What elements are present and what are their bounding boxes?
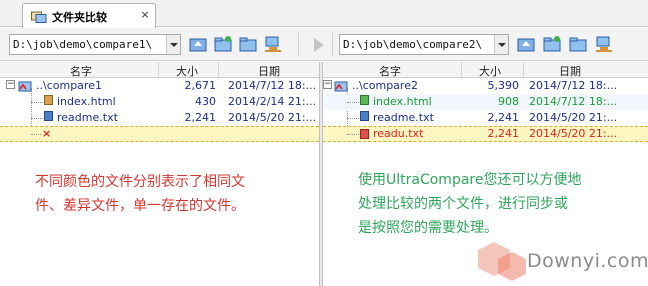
- folder-compare-icon: [31, 9, 47, 23]
- column-size-header[interactable]: 大小: [479, 63, 501, 79]
- row-size: 908: [498, 95, 519, 108]
- row-size: 430: [195, 95, 216, 108]
- row-size: 2,241: [487, 111, 520, 124]
- watermark-text: Downyi.com: [527, 250, 648, 272]
- column-date-header[interactable]: 日期: [258, 63, 280, 79]
- left-path-combo[interactable]: D:\job\demo\compare1\: [9, 34, 181, 55]
- tab-folder-compare[interactable]: 文件夹比较 ×: [22, 3, 156, 28]
- folder-icon[interactable]: [568, 34, 588, 54]
- column-date-header[interactable]: 日期: [559, 63, 581, 79]
- column-separator[interactable]: [158, 62, 159, 77]
- left-path-text: D:\job\demo\compare1\: [13, 38, 153, 51]
- tree-line: [31, 102, 43, 103]
- table-row[interactable]: − ..\compare1 2,671 2014/7/12 18:...: [0, 78, 319, 94]
- tree-line: [31, 134, 41, 135]
- collapse-icon[interactable]: −: [323, 80, 332, 89]
- tab-strip: 文件夹比较 ×: [0, 0, 648, 28]
- tree-line: [347, 118, 359, 119]
- right-column-header: 名字 大小 日期: [323, 62, 648, 78]
- path-toolbar: D:\job\demo\compare1\ D:\job\demo\compar…: [0, 28, 648, 61]
- toolbar-separator: [298, 33, 299, 56]
- table-row[interactable]: − ..\compare2 5,390 2014/7/12 18:...: [323, 78, 648, 94]
- column-name-header[interactable]: 名字: [70, 63, 92, 79]
- table-row[interactable]: readme.txt 2,241 2014/5/20 21:...: [0, 110, 319, 126]
- html-file-icon: [44, 95, 53, 105]
- up-folder-icon[interactable]: [188, 34, 208, 54]
- chevron-down-icon[interactable]: [494, 35, 508, 54]
- row-name: ..\compare1: [36, 79, 102, 92]
- network-folder-icon[interactable]: [263, 34, 283, 54]
- html-file-icon: [360, 95, 369, 105]
- column-name-header[interactable]: 名字: [379, 63, 401, 79]
- row-size: 2,241: [184, 111, 217, 124]
- column-separator[interactable]: [461, 62, 462, 77]
- chevron-down-icon[interactable]: [166, 35, 180, 54]
- copy-right-arrow-icon[interactable]: [314, 38, 324, 52]
- row-date: 2014/5/20 21:...: [228, 111, 317, 124]
- folder-icon: [18, 80, 32, 92]
- annotation-line: 不同颜色的文件分别表示了相同文: [35, 174, 245, 190]
- right-path-combo[interactable]: D:\job\demo\compare2\: [339, 34, 509, 55]
- row-date: 2014/7/12 18:...: [228, 79, 317, 92]
- tree-line: [347, 134, 359, 135]
- column-separator[interactable]: [218, 62, 219, 77]
- tree-line: [31, 118, 43, 119]
- folder-icon[interactable]: [238, 34, 258, 54]
- row-size: 2,671: [184, 79, 217, 92]
- left-annotation: 不同颜色的文件分别表示了相同文 件、差异文件，单一存在的文件。: [35, 170, 245, 218]
- left-column-header: 名字 大小 日期: [0, 62, 319, 78]
- annotation-line: 是按照您的需要处理。: [358, 220, 498, 236]
- close-icon[interactable]: ×: [138, 8, 152, 22]
- row-date: 2014/5/20 21:...: [529, 111, 618, 124]
- annotation-line: 处理比较的两个文件，进行同步或: [358, 196, 568, 212]
- network-folder-icon[interactable]: [594, 34, 614, 54]
- row-date: 2014/7/12 18:...: [529, 95, 618, 108]
- row-name: ..\compare2: [352, 79, 418, 92]
- missing-file-icon: ×: [42, 127, 52, 140]
- toolbar-separator: [332, 33, 333, 56]
- column-separator[interactable]: [523, 62, 524, 77]
- table-row[interactable]: readme.txt 2,241 2014/5/20 21:...: [323, 110, 648, 126]
- column-size-header[interactable]: 大小: [176, 63, 198, 79]
- row-name: readme.txt: [373, 111, 434, 124]
- tab-label: 文件夹比较: [52, 11, 107, 24]
- annotation-line: 使用UltraCompare您还可以方便地: [358, 172, 582, 188]
- collapse-icon[interactable]: −: [6, 80, 15, 89]
- txt-file-icon: [360, 111, 369, 121]
- txt-file-icon: [44, 111, 53, 121]
- row-date: 2014/2/14 21:...: [228, 95, 317, 108]
- row-date: 2014/7/12 18:...: [529, 79, 618, 92]
- up-folder-icon[interactable]: [516, 34, 536, 54]
- open-folder-icon[interactable]: [213, 34, 233, 54]
- row-size: 2,241: [487, 127, 520, 140]
- txt-file-icon: [360, 129, 369, 139]
- folder-icon: [334, 80, 348, 92]
- row-name: readme.txt: [57, 111, 118, 124]
- annotation-line: 件、差异文件，单一存在的文件。: [35, 198, 245, 214]
- row-size: 5,390: [487, 79, 520, 92]
- table-row-orphan[interactable]: readu.txt 2,241 2014/5/20 21:...: [323, 126, 648, 142]
- row-name: index.html: [373, 95, 432, 108]
- table-row[interactable]: index.html 430 2014/2/14 21:...: [0, 94, 319, 110]
- table-row-missing[interactable]: ×: [0, 126, 319, 142]
- right-path-text: D:\job\demo\compare2\: [343, 38, 483, 51]
- row-name: readu.txt: [373, 127, 424, 140]
- table-row[interactable]: index.html 908 2014/7/12 18:...: [323, 94, 648, 110]
- row-name: index.html: [57, 95, 116, 108]
- tree-line: [347, 102, 359, 103]
- right-annotation: 使用UltraCompare您还可以方便地 处理比较的两个文件，进行同步或 是按…: [358, 168, 581, 240]
- row-date: 2014/5/20 21:...: [529, 127, 618, 140]
- open-folder-icon[interactable]: [542, 34, 562, 54]
